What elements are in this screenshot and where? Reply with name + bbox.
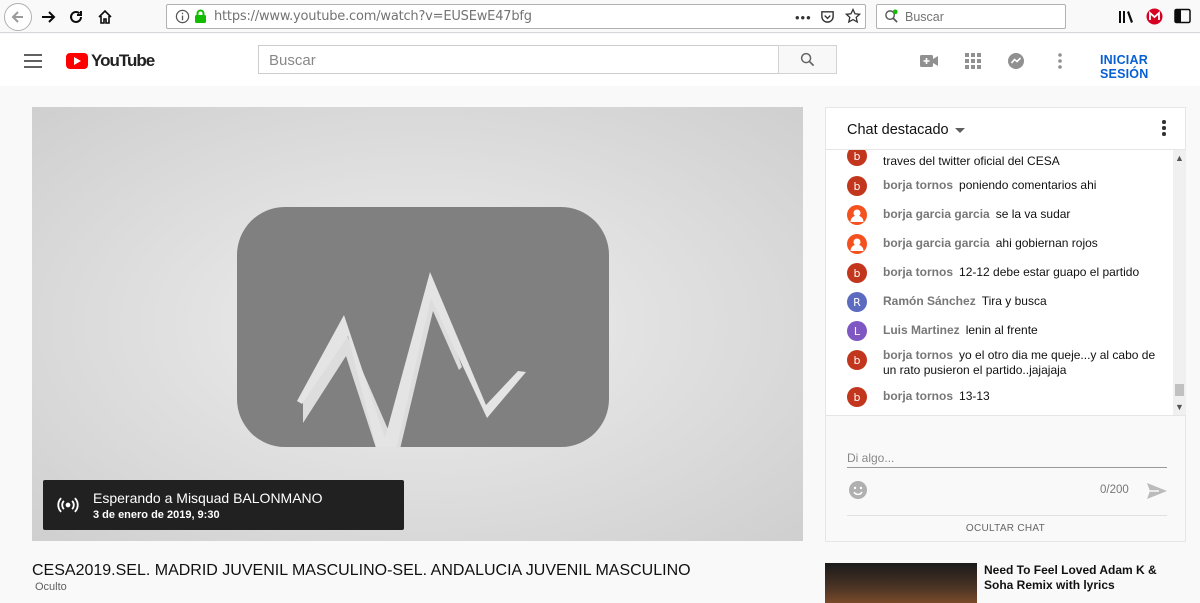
divider [847, 515, 1167, 516]
home-icon[interactable] [93, 5, 117, 29]
char-counter: 0/200 [1100, 484, 1129, 496]
chat-message: b traves del twitter oficial del CESA [847, 150, 1167, 169]
youtube-header: YouTube Buscar INICIAR SESIÓN [0, 34, 1200, 86]
chat-message: borja garcia garcia se la va sudar [847, 205, 1167, 225]
url-text: https://www.youtube.com/watch?v=EUSEwE47… [214, 9, 532, 24]
video-title: CESA2019.SEL. MADRID JUVENIL MASCULINO-S… [32, 562, 691, 579]
apps-grid-icon[interactable] [963, 51, 983, 71]
video-player[interactable]: Esperando a Misquad BALONMANO 3 de enero… [32, 107, 803, 541]
avatar[interactable]: b [847, 176, 867, 196]
signin-button[interactable]: INICIAR SESIÓN [1100, 53, 1200, 81]
chat-message: borja garcia garcia ahi gobiernan rojos [847, 234, 1167, 254]
chat-message: b borja tornos poniendo comentarios ahi [847, 176, 1167, 196]
browser-toolbar: https://www.youtube.com/watch?v=EUSEwE47… [0, 0, 1200, 33]
browser-search-bar[interactable]: Buscar [876, 4, 1066, 29]
chat-author[interactable]: borja tornos [883, 265, 953, 279]
chat-author[interactable]: borja tornos [883, 389, 953, 403]
chat-input[interactable]: Di algo... [847, 451, 894, 465]
avatar[interactable]: R [847, 292, 867, 312]
dropdown-caret-icon[interactable] [955, 128, 965, 133]
back-icon[interactable] [4, 3, 32, 31]
live-waiting-icon [237, 207, 609, 447]
chat-message: b borja tornos 12-12 debe estar guapo el … [847, 263, 1167, 283]
avatar[interactable]: b [847, 263, 867, 283]
create-video-icon[interactable] [919, 51, 939, 71]
scroll-down-icon[interactable]: ▼ [1175, 402, 1184, 412]
chat-message-text: 13-13 [959, 389, 990, 403]
chat-author[interactable]: Ramón Sánchez [883, 294, 976, 308]
info-icon[interactable] [175, 9, 190, 29]
broadcast-icon [57, 497, 79, 513]
chat-message: R Ramón Sánchez Tira y busca [847, 292, 1167, 312]
lock-icon [194, 9, 207, 29]
youtube-logo-text: YouTube [91, 51, 155, 70]
chat-message-text: Tira y busca [981, 294, 1047, 308]
messages-icon[interactable] [1006, 51, 1026, 71]
search-input[interactable]: Buscar [258, 45, 779, 74]
search-icon [800, 52, 815, 67]
visibility-label: Oculto [35, 581, 67, 593]
chat-message: b borja tornos yo el otro dia me queje...… [847, 348, 1167, 378]
scroll-up-icon[interactable]: ▲ [1175, 153, 1184, 163]
chat-header: Chat destacado [826, 108, 1185, 150]
chat-message-text: poniendo comentarios ahi [959, 178, 1097, 192]
search-placeholder: Buscar [269, 52, 316, 69]
input-underline [847, 467, 1167, 468]
bookmark-star-icon[interactable] [844, 7, 862, 29]
avatar[interactable]: L [847, 321, 867, 341]
chat-message-text: traves del twitter oficial del CESA [883, 154, 1060, 168]
library-icon[interactable] [1118, 9, 1134, 30]
menu-icon[interactable] [24, 54, 42, 72]
chat-message: L Luis Martinez lenin al frente [847, 321, 1167, 341]
chat-author[interactable]: borja tornos [883, 178, 953, 192]
chat-message-text: 12-12 debe estar guapo el partido [959, 265, 1140, 279]
waiting-title: Esperando a Misquad BALONMANO [93, 490, 323, 506]
person-icon [850, 209, 864, 222]
search-button[interactable] [778, 45, 837, 74]
chat-message: b borja tornos 13-13 [847, 387, 1167, 407]
youtube-play-logo-icon [66, 53, 88, 69]
hide-chat-button[interactable]: OCULTAR CHAT [826, 523, 1185, 534]
chat-message-text: ahi gobiernan rojos [995, 236, 1098, 250]
chat-message-text: se la va sudar [995, 207, 1071, 221]
avatar[interactable] [847, 205, 867, 225]
waiting-banner: Esperando a Misquad BALONMANO 3 de enero… [43, 480, 404, 530]
chat-message-text: lenin al frente [965, 323, 1038, 337]
suggested-video-title[interactable]: Need To Feel Loved Adam K & Soha Remix w… [984, 563, 1184, 593]
avatar[interactable]: b [847, 350, 867, 370]
sidebar-icon[interactable] [1174, 8, 1191, 29]
youtube-logo[interactable]: YouTube [66, 51, 155, 71]
avatar[interactable] [847, 234, 867, 254]
url-bar[interactable]: https://www.youtube.com/watch?v=EUSEwE47… [166, 4, 866, 29]
chat-scrollbar[interactable]: ▲ ▼ [1173, 150, 1186, 415]
avatar[interactable]: b [847, 150, 867, 166]
forward-icon[interactable] [36, 5, 60, 29]
send-icon[interactable] [1146, 482, 1168, 500]
reload-icon[interactable] [64, 5, 88, 29]
chat-mode-dropdown[interactable]: Chat destacado [847, 122, 949, 138]
chat-author[interactable]: Luis Martinez [883, 323, 960, 337]
chat-input-area: Di algo... 0/200 OCULTAR CHAT [826, 415, 1185, 541]
search-engine-icon [884, 9, 899, 29]
waiting-date: 3 de enero de 2019, 9:30 [93, 509, 220, 521]
browser-search-placeholder: Buscar [905, 10, 944, 24]
more-vert-icon[interactable] [1050, 51, 1070, 71]
pocket-icon[interactable] [820, 9, 835, 29]
avatar[interactable]: b [847, 387, 867, 407]
chat-author[interactable]: borja garcia garcia [883, 207, 990, 221]
emoji-icon[interactable] [848, 480, 868, 500]
extension-icon[interactable] [1146, 8, 1163, 30]
chat-author[interactable]: borja tornos [883, 348, 953, 362]
suggested-video-thumbnail[interactable] [825, 563, 977, 603]
page-actions-icon[interactable]: ••• [795, 10, 812, 25]
chat-more-icon[interactable] [1162, 120, 1166, 138]
chat-author[interactable]: borja garcia garcia [883, 236, 990, 250]
person-icon [850, 238, 864, 251]
chat-message-list[interactable]: b traves del twitter oficial del CESA b … [826, 150, 1173, 415]
scroll-thumb[interactable] [1175, 384, 1184, 396]
live-chat-panel: Chat destacado b traves del twitter ofic… [825, 107, 1186, 542]
